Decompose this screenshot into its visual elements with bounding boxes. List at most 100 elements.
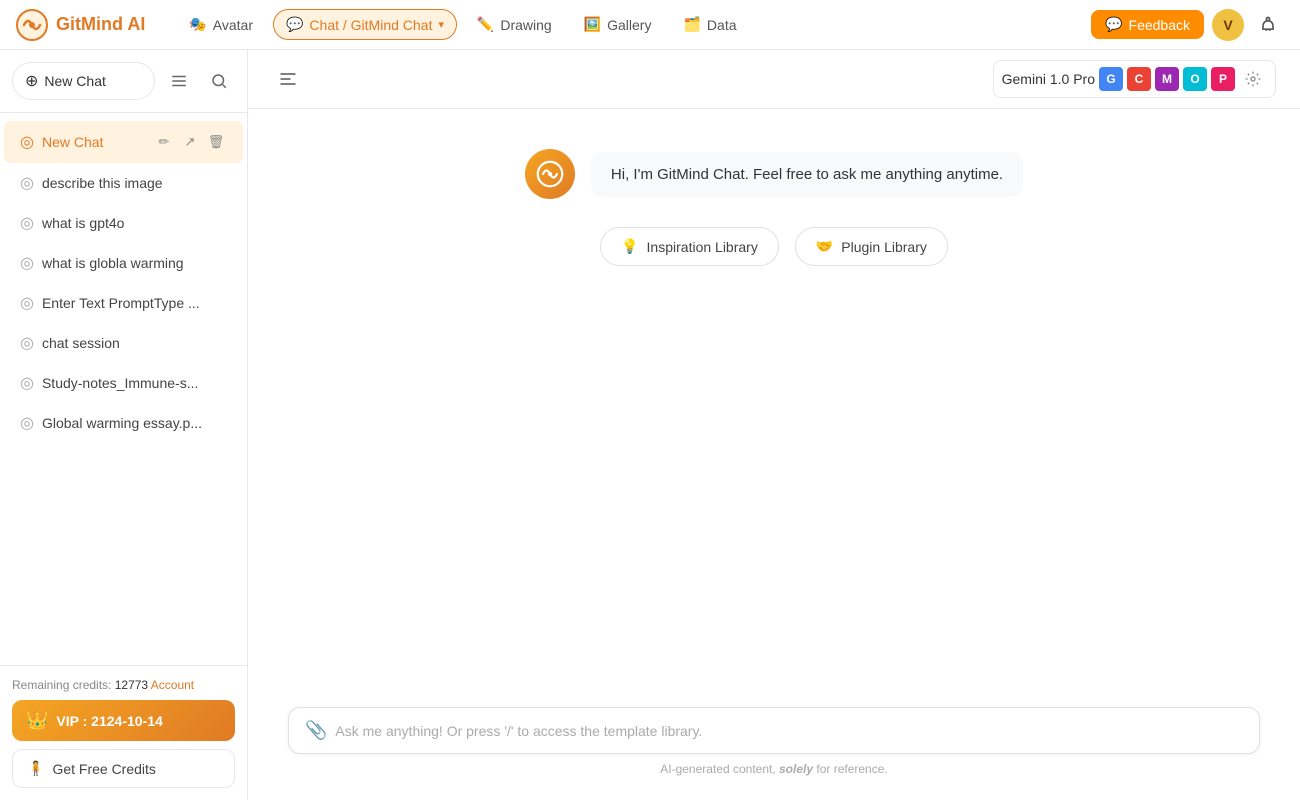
edit-icon[interactable]: ✏: [153, 131, 175, 153]
nav-avatar-label: Avatar: [213, 17, 253, 33]
drawing-icon: ✏️: [477, 16, 494, 33]
chat-bubble-icon-6: ◎: [20, 333, 34, 353]
plus-icon: ⊕: [25, 71, 38, 91]
chat-list-icon[interactable]: [163, 65, 195, 97]
sidebar-item-label-8: Global warming essay.p...: [42, 415, 227, 431]
delete-icon[interactable]: 🗑: [205, 131, 227, 153]
top-nav: GitMind AI 🎭 Avatar 💬 Chat / GitMind Cha…: [0, 0, 1300, 50]
plugin-icon: 🤝: [816, 238, 833, 255]
chat-item-actions: ✏ ↗ 🗑: [153, 131, 227, 153]
chat-bubble-icon-4: ◎: [20, 253, 34, 273]
nav-data[interactable]: 🗂️ Data: [671, 10, 748, 39]
collapse-sidebar-button[interactable]: [272, 63, 304, 95]
footer-disclaimer: AI-generated content, solely for referen…: [288, 762, 1260, 776]
sidebar-top: ⊕ New Chat: [0, 50, 247, 113]
sidebar-item-label-3: what is gpt4o: [42, 215, 227, 231]
chat-input-area: 📎 AI-generated content, solely for refer…: [248, 691, 1300, 800]
user-avatar[interactable]: V: [1212, 9, 1244, 41]
new-chat-label: New Chat: [44, 73, 105, 89]
greeting-text: Hi, I'm GitMind Chat. Feel free to ask m…: [611, 166, 1003, 183]
main-layout: ⊕ New Chat ◎ New Chat ✏ ↗: [0, 50, 1300, 800]
sidebar-item-describe-image[interactable]: ◎ describe this image: [4, 163, 243, 203]
vip-button[interactable]: 👑 VIP : 2124-10-14: [12, 700, 235, 741]
sidebar-item-global-warming[interactable]: ◎ what is globla warming: [4, 243, 243, 283]
sidebar-item-global-essay[interactable]: ◎ Global warming essay.p...: [4, 403, 243, 443]
sidebar-item-study-notes[interactable]: ◎ Study-notes_Immune-s...: [4, 363, 243, 403]
sidebar-chat-list: ◎ New Chat ✏ ↗ 🗑 ◎ describe this image ◎…: [0, 113, 247, 665]
feedback-button[interactable]: 💬 Feedback: [1091, 10, 1204, 39]
feedback-icon: 💬: [1105, 16, 1122, 33]
inspiration-library-button[interactable]: 💡 Inspiration Library: [600, 227, 779, 266]
chat-bubble-icon-5: ◎: [20, 293, 34, 313]
feedback-label: Feedback: [1129, 17, 1190, 33]
avatar-icon: 🎭: [189, 16, 206, 33]
free-credits-button[interactable]: 🧍 Get Free Credits: [12, 749, 235, 788]
model-icon-teal: O: [1183, 67, 1207, 91]
sidebar-item-label-7: Study-notes_Immune-s...: [42, 375, 227, 391]
nav-data-label: Data: [707, 17, 737, 33]
chat-bubble-icon-8: ◎: [20, 413, 34, 433]
nav-avatar[interactable]: 🎭 Avatar: [177, 10, 265, 39]
sidebar: ⊕ New Chat ◎ New Chat ✏ ↗: [0, 50, 248, 800]
nav-drawing[interactable]: ✏️ Drawing: [465, 10, 564, 39]
sidebar-item-chat-session[interactable]: ◎ chat session: [4, 323, 243, 363]
sidebar-item-enter-text[interactable]: ◎ Enter Text PromptType ...: [4, 283, 243, 323]
sidebar-item-label-4: what is globla warming: [42, 255, 227, 271]
library-buttons: 💡 Inspiration Library 🤝 Plugin Library: [600, 227, 948, 266]
sidebar-item-label-5: Enter Text PromptType ...: [42, 295, 227, 311]
sidebar-bottom: Remaining credits: 12773 Account 👑 VIP :…: [0, 665, 247, 800]
gallery-icon: 🖼️: [584, 16, 601, 33]
nav-drawing-label: Drawing: [500, 17, 551, 33]
chat-bubble-icon-3: ◎: [20, 213, 34, 233]
model-icon-red: C: [1127, 67, 1151, 91]
chat-input[interactable]: [335, 723, 1243, 739]
attachment-icon[interactable]: 📎: [305, 720, 327, 741]
model-settings-button[interactable]: [1239, 65, 1267, 93]
logo-area[interactable]: GitMind AI: [16, 9, 145, 41]
model-icon-pink: P: [1211, 67, 1235, 91]
data-icon: 🗂️: [683, 16, 700, 33]
chat-messages: Hi, I'm GitMind Chat. Feel free to ask m…: [248, 109, 1300, 691]
model-icon-blue: G: [1099, 67, 1123, 91]
model-name-label: Gemini 1.0 Pro: [1002, 71, 1095, 87]
sidebar-item-label-6: chat session: [42, 335, 227, 351]
greeting-bubble: Hi, I'm GitMind Chat. Feel free to ask m…: [591, 152, 1023, 197]
free-credits-label: Get Free Credits: [52, 761, 155, 777]
chat-area: Gemini 1.0 Pro G C M O P: [248, 50, 1300, 800]
person-icon: 🧍: [27, 760, 44, 777]
chat-bubble-icon-7: ◎: [20, 373, 34, 393]
bot-avatar: [525, 149, 575, 199]
chat-input-container: 📎: [288, 707, 1260, 754]
welcome-section: Hi, I'm GitMind Chat. Feel free to ask m…: [424, 149, 1124, 266]
sidebar-item-label: New Chat: [42, 134, 145, 150]
crown-icon: 👑: [26, 710, 48, 731]
model-selector[interactable]: Gemini 1.0 Pro G C M O P: [993, 60, 1276, 98]
plugin-label: Plugin Library: [841, 239, 927, 255]
nav-chat[interactable]: 💬 Chat / GitMind Chat ▾: [273, 9, 457, 40]
search-icon[interactable]: [203, 65, 235, 97]
logo-icon: [16, 9, 48, 41]
sidebar-item-gpt4o[interactable]: ◎ what is gpt4o: [4, 203, 243, 243]
bot-greeting: Hi, I'm GitMind Chat. Feel free to ask m…: [525, 149, 1023, 199]
chat-bubble-icon-2: ◎: [20, 173, 34, 193]
credits-text: Remaining credits: 12773 Account: [12, 678, 235, 692]
chat-icon: 💬: [286, 16, 303, 33]
account-link[interactable]: Account: [151, 678, 194, 692]
user-initial: V: [1223, 17, 1232, 33]
chat-bubble-icon: ◎: [20, 132, 34, 152]
sidebar-item-new-chat[interactable]: ◎ New Chat ✏ ↗ 🗑: [4, 121, 243, 163]
nav-gallery-label: Gallery: [607, 17, 651, 33]
share-icon[interactable]: ↗: [179, 131, 201, 153]
new-chat-button[interactable]: ⊕ New Chat: [12, 62, 155, 100]
chevron-down-icon: ▾: [438, 18, 444, 31]
inspiration-label: Inspiration Library: [647, 239, 758, 255]
chat-header-left: [272, 63, 304, 95]
notifications-icon[interactable]: [1252, 9, 1284, 41]
chat-header: Gemini 1.0 Pro G C M O P: [248, 50, 1300, 109]
sidebar-item-label-2: describe this image: [42, 175, 227, 191]
nav-chat-label: Chat / GitMind Chat: [309, 17, 432, 33]
nav-gallery[interactable]: 🖼️ Gallery: [572, 10, 664, 39]
plugin-library-button[interactable]: 🤝 Plugin Library: [795, 227, 948, 266]
bulb-icon: 💡: [621, 238, 638, 255]
model-icon-purple: M: [1155, 67, 1179, 91]
